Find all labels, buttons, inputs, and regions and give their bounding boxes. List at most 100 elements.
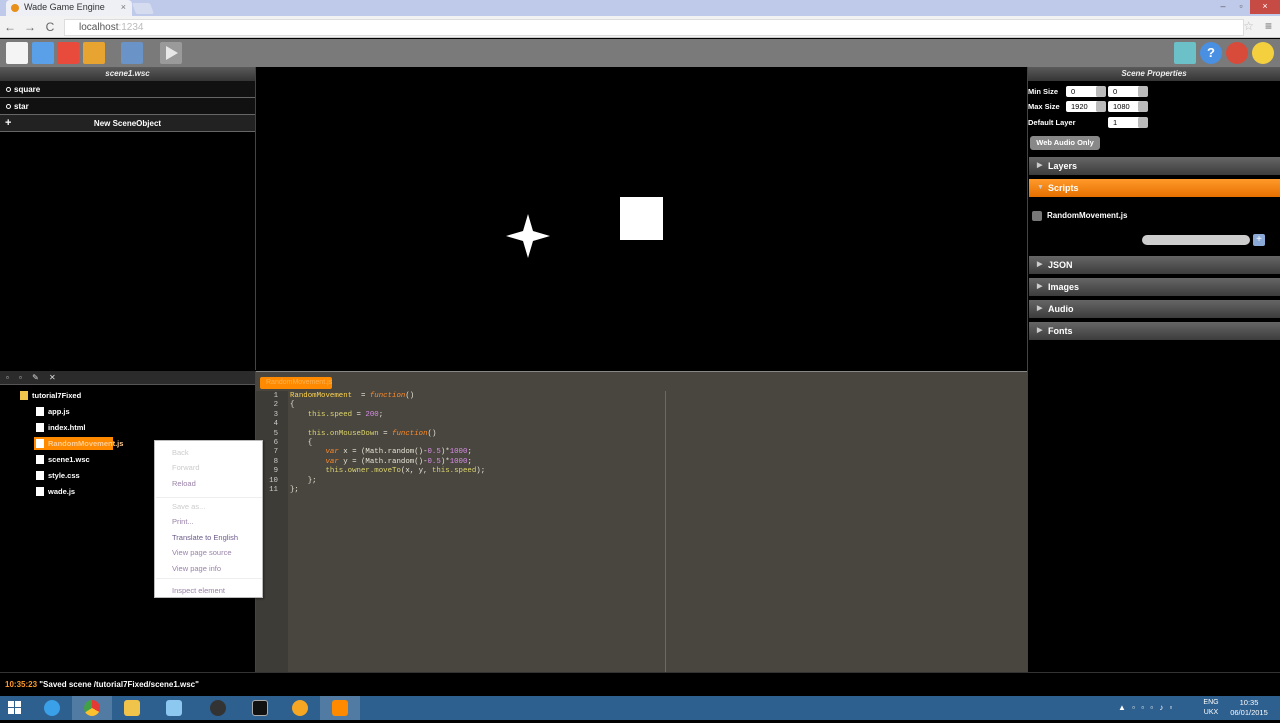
context-menu-item[interactable]: Inspect element bbox=[172, 586, 225, 595]
minimize-button[interactable]: – bbox=[1214, 0, 1232, 14]
line-number: 4 bbox=[273, 420, 278, 429]
add-script-button[interactable]: + bbox=[1253, 234, 1265, 246]
scene-panel-title: scene1.wsc bbox=[0, 67, 255, 81]
context-menu-item[interactable]: Print... bbox=[172, 517, 194, 526]
scene-object-star[interactable]: star bbox=[0, 98, 255, 115]
section-audio[interactable]: ▶ Audio bbox=[1029, 300, 1280, 318]
taskbar-chrome[interactable] bbox=[72, 696, 112, 720]
context-menu-item[interactable]: Reload bbox=[172, 479, 196, 488]
code-line[interactable]: var y = (Math.random()-0.5)*1000; bbox=[290, 458, 471, 467]
close-window-button[interactable]: × bbox=[1250, 0, 1280, 14]
scene-object-square[interactable]: square bbox=[0, 81, 255, 98]
square-sprite[interactable] bbox=[620, 197, 663, 240]
code-line[interactable]: RandomMovement = function() bbox=[290, 392, 414, 401]
code-line[interactable]: var x = (Math.random()-0.5)*1000; bbox=[290, 448, 472, 457]
code-line[interactable]: }; bbox=[290, 477, 317, 486]
spinner-arrows-icon[interactable] bbox=[1138, 101, 1148, 112]
tree-file[interactable]: style.css bbox=[34, 469, 80, 482]
taskbar-explorer[interactable] bbox=[112, 696, 152, 720]
default-layer-input[interactable]: 1 bbox=[1108, 117, 1142, 128]
taskbar-app[interactable] bbox=[154, 696, 194, 720]
browser-menu-icon[interactable]: ≡ bbox=[1265, 19, 1272, 33]
export-icon[interactable] bbox=[83, 42, 105, 64]
script-file-item[interactable]: RandomMovement.js bbox=[1032, 211, 1127, 221]
code-line[interactable]: this.owner.moveTo(x, y, this.speed); bbox=[290, 467, 485, 476]
smiley-icon[interactable] bbox=[1252, 42, 1274, 64]
context-menu-item[interactable]: View page info bbox=[172, 564, 221, 573]
section-fonts[interactable]: ▶ Fonts bbox=[1029, 322, 1280, 340]
tree-file-selected[interactable]: RandomMovement.js bbox=[34, 437, 123, 450]
section-images[interactable]: ▶ Images bbox=[1029, 278, 1280, 296]
tab-close-icon[interactable]: × bbox=[121, 0, 126, 15]
code-token: ; bbox=[467, 448, 472, 457]
print-margin bbox=[665, 391, 666, 672]
max-size-height-input[interactable]: 1080 bbox=[1108, 101, 1142, 112]
system-tray[interactable]: ▲ ▫ ▫ ▫ ♪ ▫ bbox=[1118, 696, 1174, 720]
min-size-width-input[interactable]: 0 bbox=[1066, 86, 1100, 97]
back-button[interactable]: ← bbox=[2, 19, 18, 35]
code-line[interactable]: { bbox=[290, 439, 312, 448]
tree-file[interactable]: scene1.wsc bbox=[34, 453, 90, 466]
tree-folder-root[interactable]: tutorial7Fixed bbox=[18, 389, 81, 402]
web-audio-only-button[interactable]: Web Audio Only bbox=[1030, 136, 1100, 150]
forward-button[interactable]: → bbox=[22, 19, 38, 35]
language-indicator[interactable]: ENG UKX bbox=[1198, 698, 1224, 718]
section-json[interactable]: ▶ JSON bbox=[1029, 256, 1280, 274]
profile-icon[interactable] bbox=[1226, 42, 1248, 64]
line-number: 10 bbox=[269, 476, 278, 485]
new-project-icon[interactable] bbox=[6, 42, 28, 64]
scene-viewport[interactable] bbox=[256, 67, 1027, 370]
section-layers[interactable]: ▶ Layers bbox=[1029, 157, 1280, 175]
taskbar-obs[interactable] bbox=[198, 696, 238, 720]
reload-button[interactable]: C bbox=[42, 19, 58, 35]
help-icon[interactable]: ? bbox=[1200, 42, 1222, 64]
taskbar-audio[interactable] bbox=[280, 696, 320, 720]
open-folder-icon[interactable] bbox=[32, 42, 54, 64]
code-line[interactable]: }; bbox=[290, 486, 299, 495]
section-scripts[interactable]: ▼ Scripts bbox=[1029, 179, 1280, 197]
save-icon[interactable] bbox=[57, 42, 79, 64]
code-token: { bbox=[290, 401, 295, 410]
new-scene-object-button[interactable]: + New SceneObject bbox=[0, 115, 255, 132]
tree-file[interactable]: app.js bbox=[34, 405, 70, 418]
browser-tab[interactable]: Wade Game Engine × bbox=[6, 0, 132, 16]
spinner-arrows-icon[interactable] bbox=[1096, 101, 1106, 112]
move-tool-icon[interactable] bbox=[121, 42, 143, 64]
max-size-width-input[interactable]: 1920 bbox=[1066, 101, 1100, 112]
code-line[interactable]: this.onMouseDown = function() bbox=[290, 430, 437, 439]
new-tab-button[interactable] bbox=[131, 3, 155, 14]
script-remove-icon[interactable] bbox=[1032, 211, 1042, 221]
bookmark-star-icon[interactable]: ☆ bbox=[1243, 19, 1254, 33]
spinner-arrows-icon[interactable] bbox=[1138, 117, 1148, 128]
code-token: = bbox=[352, 392, 370, 400]
taskbar-ie[interactable] bbox=[32, 696, 72, 720]
taskbar-clock[interactable]: 10:35 06/01/2015 bbox=[1226, 698, 1272, 718]
play-icon[interactable] bbox=[160, 42, 182, 64]
spinner-arrows-icon[interactable] bbox=[1096, 86, 1106, 97]
tree-file[interactable]: index.html bbox=[34, 421, 86, 434]
context-menu-item[interactable]: View page source bbox=[172, 548, 231, 557]
tree-file[interactable]: wade.js bbox=[34, 485, 75, 498]
code-tab[interactable]: RandomMovement.js bbox=[260, 377, 332, 389]
app-icon bbox=[166, 700, 182, 716]
add-script-input[interactable] bbox=[1142, 235, 1250, 245]
spinner-arrows-icon[interactable] bbox=[1138, 86, 1148, 97]
code-line[interactable]: { bbox=[290, 401, 294, 410]
url-input[interactable]: localhost:1234 bbox=[64, 19, 1244, 36]
code-editor[interactable]: RandomMovement.js 1 RandomMovement = func… bbox=[256, 371, 1027, 672]
taskbar-vlc[interactable] bbox=[320, 696, 360, 720]
min-size-height-input[interactable]: 0 bbox=[1108, 86, 1142, 97]
file-icon bbox=[36, 407, 44, 416]
context-menu-item[interactable]: Forward bbox=[172, 463, 200, 472]
star-sprite[interactable] bbox=[504, 212, 552, 260]
maximize-button[interactable]: ▫ bbox=[1232, 0, 1250, 14]
code-token: ); bbox=[476, 467, 486, 476]
context-menu-item[interactable]: Back bbox=[172, 448, 189, 457]
store-icon[interactable] bbox=[1174, 42, 1196, 64]
file-tree-toolbar[interactable]: ▫ ▫ ✎ ✕ bbox=[0, 371, 255, 385]
taskbar-terminal[interactable] bbox=[240, 696, 280, 720]
context-menu-item[interactable]: Save as... bbox=[172, 502, 205, 511]
code-line[interactable]: this.speed = 200; bbox=[290, 411, 383, 420]
context-menu-item[interactable]: Translate to English bbox=[172, 533, 238, 542]
code-token: 200 bbox=[365, 410, 379, 419]
